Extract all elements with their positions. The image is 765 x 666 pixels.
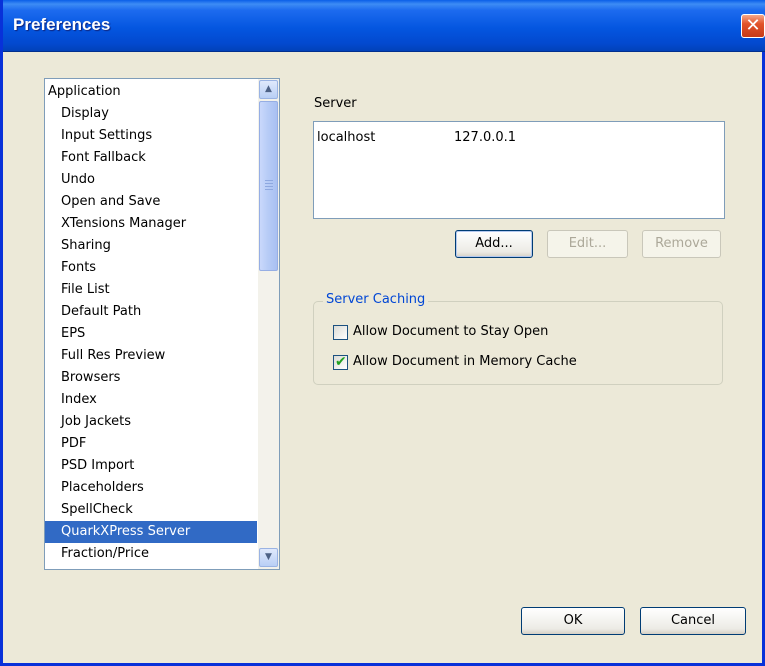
server-address: 127.0.0.1 [454, 130, 517, 145]
list-item[interactable]: Full Res Preview [45, 345, 257, 367]
list-item[interactable]: Open and Save [45, 191, 257, 213]
list-item[interactable]: EPS [45, 323, 257, 345]
grip-line [265, 183, 273, 184]
window-title: Preferences [13, 15, 111, 34]
memory-cache-checkbox[interactable]: ✔ [333, 354, 348, 370]
ok-button[interactable]: OK [521, 607, 625, 635]
stay-open-checkbox[interactable] [333, 325, 348, 340]
grip-line [265, 180, 273, 181]
list-item[interactable]: File List [45, 279, 257, 301]
list-item-selected[interactable]: QuarkXPress Server [45, 521, 257, 543]
category-list[interactable]: Application Display Input Settings Font … [44, 78, 280, 570]
list-item[interactable]: Browsers [45, 367, 257, 389]
list-item[interactable]: XTensions Manager [45, 213, 257, 235]
list-item[interactable]: Application [45, 81, 257, 103]
preferences-dialog: Preferences ✕ Application Display Input … [0, 0, 765, 666]
scroll-down-button[interactable]: ▼ [259, 548, 278, 567]
grip-line [265, 189, 273, 190]
memory-cache-label[interactable]: Allow Document in Memory Cache [353, 354, 577, 369]
list-item[interactable]: Placeholders [45, 477, 257, 499]
list-item[interactable]: Font Fallback [45, 147, 257, 169]
list-item[interactable]: PSD Import [45, 455, 257, 477]
cancel-button[interactable]: Cancel [640, 607, 746, 635]
edit-button[interactable]: Edit... [547, 230, 628, 258]
server-caching-legend: Server Caching [323, 292, 429, 307]
chevron-down-icon: ▼ [265, 552, 272, 562]
close-button[interactable]: ✕ [741, 14, 765, 38]
remove-button[interactable]: Remove [642, 230, 721, 258]
list-item[interactable]: Input Settings [45, 125, 257, 147]
add-button[interactable]: Add... [455, 230, 533, 258]
list-item[interactable]: Sharing [45, 235, 257, 257]
list-item[interactable]: PDF [45, 433, 257, 455]
chevron-up-icon: ▲ [265, 84, 272, 94]
grip-line [265, 186, 273, 187]
scroll-up-button[interactable]: ▲ [259, 80, 278, 99]
server-list[interactable]: localhost 127.0.0.1 [313, 121, 725, 219]
scroll-thumb[interactable] [259, 101, 278, 271]
checkmark-icon: ✔ [335, 354, 347, 370]
list-item[interactable]: Index [45, 389, 257, 411]
title-bar[interactable]: Preferences ✕ [3, 0, 765, 52]
server-caching-group [313, 301, 723, 385]
list-item[interactable]: Display [45, 103, 257, 125]
list-item[interactable]: SpellCheck [45, 499, 257, 521]
list-item[interactable]: Job Jackets [45, 411, 257, 433]
list-item[interactable]: Fraction/Price [45, 543, 257, 565]
server-label: Server [314, 96, 357, 111]
list-item[interactable]: Undo [45, 169, 257, 191]
category-scrollbar[interactable]: ▲ ▼ [258, 79, 279, 569]
server-name: localhost [317, 130, 376, 145]
stay-open-label[interactable]: Allow Document to Stay Open [353, 324, 548, 339]
list-item[interactable]: Fonts [45, 257, 257, 279]
close-icon: ✕ [745, 15, 761, 36]
list-item[interactable]: Default Path [45, 301, 257, 323]
